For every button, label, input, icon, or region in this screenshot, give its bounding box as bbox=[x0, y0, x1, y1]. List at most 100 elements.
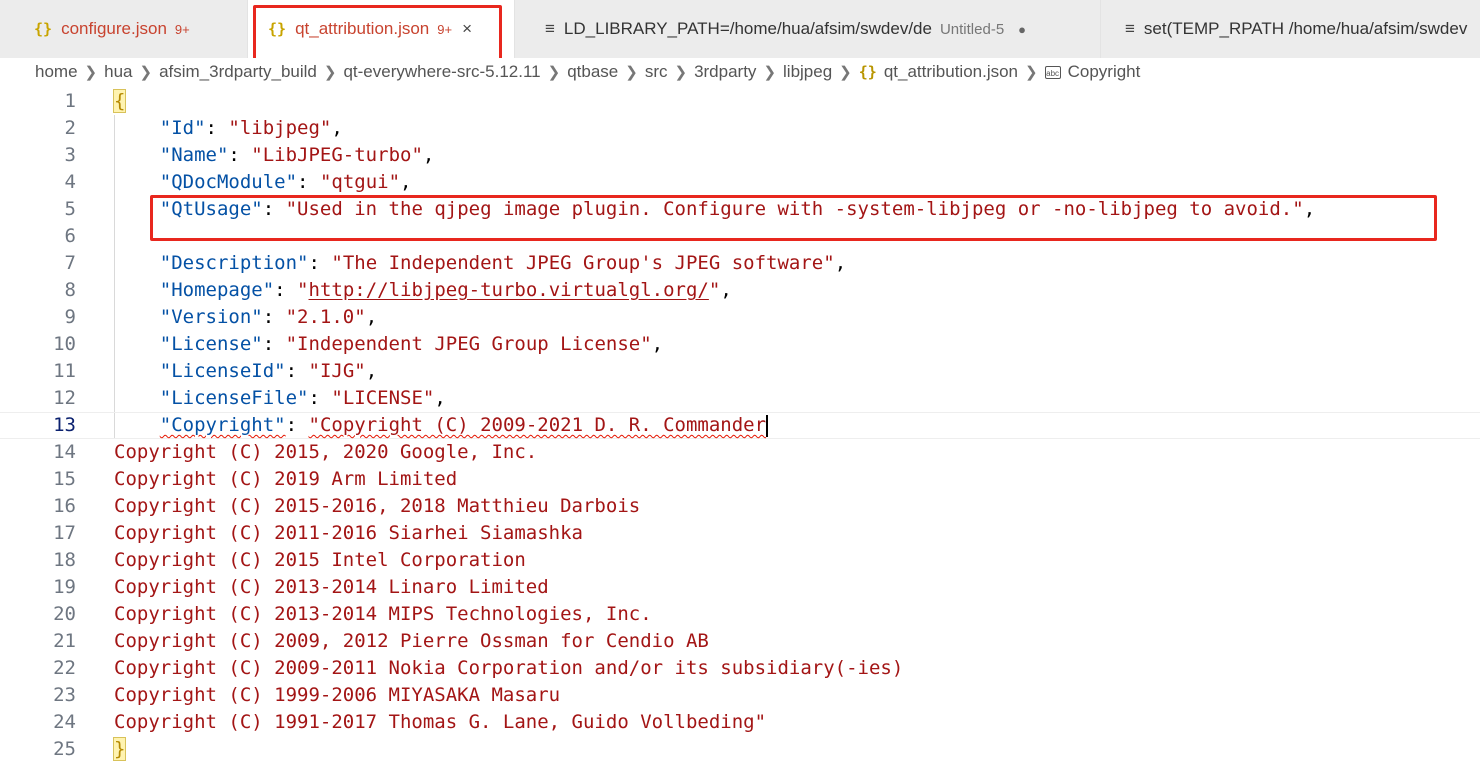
line-number: 25 bbox=[53, 738, 76, 760]
code-line: 12 "LicenseFile": "LICENSE", bbox=[0, 385, 1480, 412]
breadcrumb-item[interactable]: qt_attribution.json bbox=[884, 62, 1018, 82]
line-number: 7 bbox=[64, 252, 76, 274]
line-number: 10 bbox=[53, 333, 76, 355]
open-brace: { bbox=[112, 89, 127, 113]
line-number: 8 bbox=[64, 279, 76, 301]
code-line: 17 Copyright (C) 2011-2016 Siarhei Siamas… bbox=[0, 520, 1480, 547]
breadcrumb-item[interactable]: 3rdparty bbox=[694, 62, 756, 82]
json-key: "Id" bbox=[159, 117, 206, 139]
breadcrumb-item[interactable]: src bbox=[645, 62, 668, 82]
json-value: "qtgui" bbox=[319, 171, 401, 193]
chevron-right-icon: ❯ bbox=[323, 64, 337, 81]
breadcrumb-item[interactable]: afsim_3rdparty_build bbox=[159, 62, 317, 82]
line-number: 6 bbox=[64, 225, 76, 247]
json-key: "LicenseFile" bbox=[159, 387, 309, 409]
line-number: 3 bbox=[64, 144, 76, 166]
copyright-text: Copyright (C) 2015 Intel Corporation bbox=[114, 549, 526, 571]
editor-tab-bar: {} configure.json 9+ {} qt_attribution.j… bbox=[0, 0, 1480, 66]
json-value: "The Independent JPEG Group's JPEG softw… bbox=[331, 252, 835, 274]
chevron-right-icon: ❯ bbox=[763, 64, 777, 81]
code-line: 2 "Id": "libjpeg", bbox=[0, 115, 1480, 142]
close-brace: } bbox=[112, 737, 127, 761]
problem-count-badge: 9+ bbox=[174, 21, 190, 37]
code-line: 11 "LicenseId": "IJG", bbox=[0, 358, 1480, 385]
copyright-text: Copyright (C) 2009-2011 Nokia Corporatio… bbox=[114, 657, 904, 679]
code-line: 21 Copyright (C) 2009, 2012 Pierre Ossman… bbox=[0, 628, 1480, 655]
json-key: "Homepage" bbox=[159, 279, 275, 301]
tab-description: Untitled-5 bbox=[939, 20, 1005, 38]
code-line: 15 Copyright (C) 2019 Arm Limited bbox=[0, 466, 1480, 493]
line-number: 15 bbox=[53, 468, 76, 490]
close-tab-icon[interactable]: × bbox=[462, 19, 472, 39]
breadcrumb-item[interactable]: libjpeg bbox=[783, 62, 832, 82]
line-number: 1 bbox=[64, 90, 76, 112]
code-line: 24 Copyright (C) 1991-2017 Thomas G. Lane… bbox=[0, 709, 1480, 736]
code-line: 10 "License": "Independent JPEG Group Li… bbox=[0, 331, 1480, 358]
json-file-icon: {} bbox=[858, 63, 877, 81]
breadcrumb-item[interactable]: qtbase bbox=[567, 62, 618, 82]
json-key: "QDocModule" bbox=[159, 171, 298, 193]
json-file-icon: {} bbox=[34, 20, 53, 38]
text-file-icon: ≡ bbox=[1125, 19, 1135, 38]
breadcrumb-item[interactable]: home bbox=[35, 62, 78, 82]
tab-configure-json[interactable]: {} configure.json 9+ bbox=[0, 0, 248, 58]
line-number: 18 bbox=[53, 549, 76, 571]
code-line: 18 Copyright (C) 2015 Intel Corporation bbox=[0, 547, 1480, 574]
tab-label: set(TEMP_RPATH /home/hua/afsim/swdev bbox=[1143, 19, 1468, 38]
code-line: 16 Copyright (C) 2015-2016, 2018 Matthieu… bbox=[0, 493, 1480, 520]
tab-qt-attribution-json[interactable]: {} qt_attribution.json 9+ × bbox=[248, 0, 515, 58]
code-line: 4 "QDocModule": "qtgui", bbox=[0, 169, 1480, 196]
tab-label: LD_LIBRARY_PATH=/home/hua/afsim/swdev/de bbox=[563, 19, 932, 38]
homepage-link[interactable]: http://libjpeg-turbo.virtualgl.org/ bbox=[309, 279, 709, 301]
chevron-right-icon: ❯ bbox=[839, 64, 852, 81]
json-key: "QtUsage" bbox=[159, 198, 263, 220]
chevron-right-icon: ❯ bbox=[674, 64, 688, 81]
line-number: 11 bbox=[53, 360, 76, 382]
json-key: "LicenseId" bbox=[159, 360, 286, 382]
line-number: 16 bbox=[53, 495, 76, 517]
json-value: "Independent JPEG Group License" bbox=[285, 333, 652, 355]
line-number: 20 bbox=[53, 603, 76, 625]
json-value: "Used in the qjpeg image plugin. Configu… bbox=[285, 198, 1304, 220]
tab-set-temp-rpath[interactable]: ≡ set(TEMP_RPATH /home/hua/afsim/swdev bbox=[1101, 0, 1480, 58]
chevron-right-icon: ❯ bbox=[625, 64, 638, 81]
code-line: 6 bbox=[0, 223, 1480, 250]
text-cursor bbox=[766, 414, 769, 437]
chevron-right-icon: ❯ bbox=[547, 64, 561, 81]
line-number: 13 bbox=[53, 414, 76, 436]
code-line: 14 Copyright (C) 2015, 2020 Google, Inc. bbox=[0, 439, 1480, 466]
copyright-text: Copyright (C) 1999-2006 MIYASAKA Masaru bbox=[114, 684, 561, 706]
problem-count-badge: 9+ bbox=[437, 21, 453, 37]
copyright-text: Copyright (C) 2013-2014 Linaro Limited bbox=[114, 576, 549, 598]
breadcrumb-item[interactable]: Copyright bbox=[1068, 62, 1141, 82]
line-number: 12 bbox=[53, 387, 76, 409]
code-line: 19 Copyright (C) 2013-2014 Linaro Limited bbox=[0, 574, 1480, 601]
line-number: 17 bbox=[53, 522, 76, 544]
breadcrumb-item[interactable]: hua bbox=[104, 62, 132, 82]
copyright-text: Copyright (C) 1991-2017 Thomas G. Lane, … bbox=[114, 711, 767, 733]
breadcrumb-item[interactable]: qt-everywhere-src-5.12.11 bbox=[343, 62, 540, 82]
tab-untitled-5[interactable]: ≡ LD_LIBRARY_PATH=/home/hua/afsim/swdev/… bbox=[515, 0, 1101, 58]
line-number: 22 bbox=[53, 657, 76, 679]
json-value: "IJG" bbox=[308, 360, 366, 382]
chevron-right-icon: ❯ bbox=[1025, 64, 1038, 81]
copyright-text: Copyright (C) 2015, 2020 Google, Inc. bbox=[114, 441, 538, 463]
copyright-text: Copyright (C) 2015-2016, 2018 Matthieu D… bbox=[114, 495, 641, 517]
json-value: "2.1.0" bbox=[285, 306, 366, 328]
line-number: 24 bbox=[53, 711, 76, 733]
text-file-icon: ≡ bbox=[545, 19, 555, 38]
line-number: 19 bbox=[53, 576, 76, 598]
line-number: 5 bbox=[64, 198, 76, 220]
breadcrumb: home ❯ hua ❯ afsim_3rdparty_build ❯ qt-ever… bbox=[0, 58, 1480, 86]
line-number: 4 bbox=[64, 171, 76, 193]
tab-label: configure.json bbox=[61, 19, 167, 38]
string-symbol-icon: abc bbox=[1044, 65, 1061, 79]
code-editor[interactable]: 1{ 2 "Id": "libjpeg", 3 "Name": "LibJPEG… bbox=[0, 88, 1480, 771]
code-line: 20 Copyright (C) 2013-2014 MIPS Technolog… bbox=[0, 601, 1480, 628]
json-value: "libjpeg" bbox=[228, 117, 332, 139]
json-key: "License" bbox=[159, 333, 263, 355]
json-key: "Name" bbox=[159, 144, 229, 166]
json-key: "Version" bbox=[159, 306, 263, 328]
json-value: "Copyright (C) 2009-2021 D. R. Commander bbox=[308, 414, 767, 436]
json-value: "LibJPEG-turbo" bbox=[251, 144, 423, 166]
